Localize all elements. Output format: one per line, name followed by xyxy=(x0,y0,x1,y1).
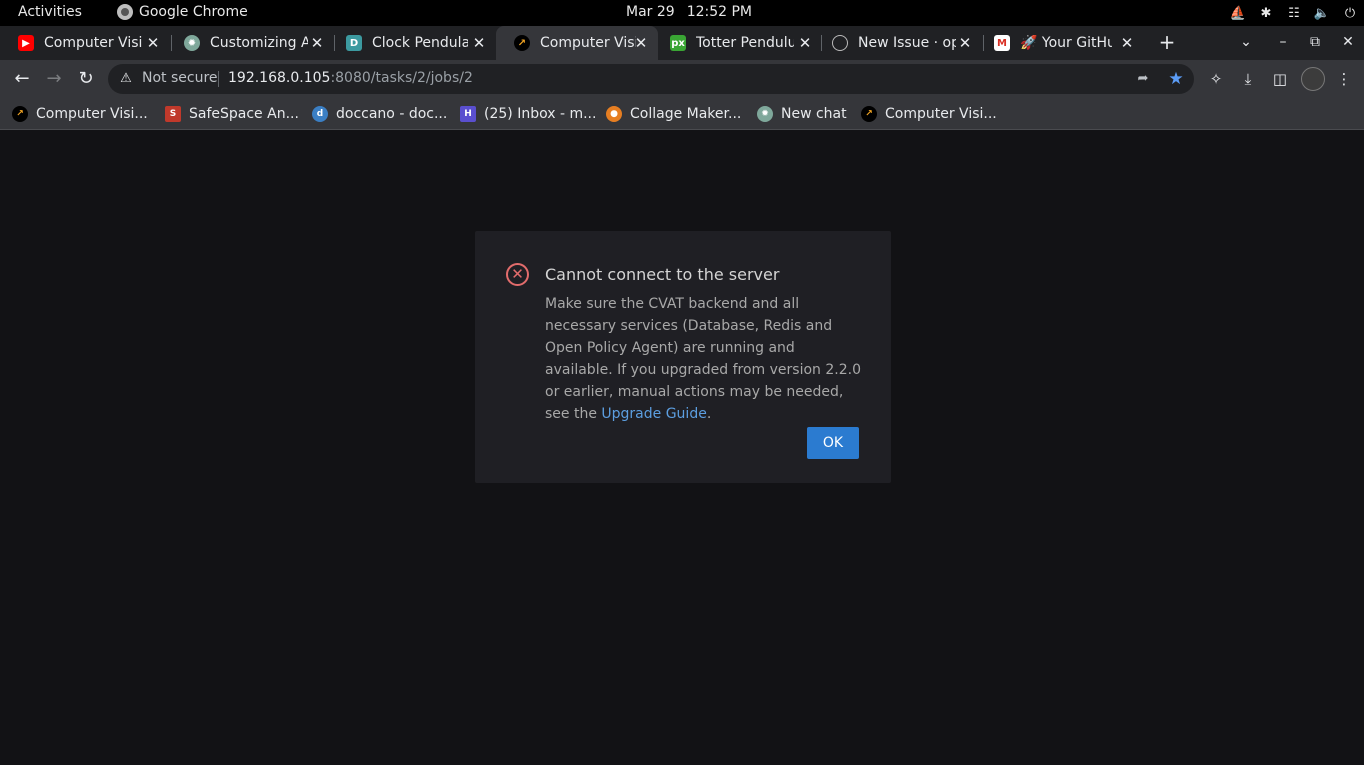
tab-new-issue[interactable]: New Issue · op ✕ xyxy=(814,26,982,60)
clock-time: 12:52 PM xyxy=(686,4,753,20)
cvat-icon: ↗ xyxy=(861,106,877,122)
close-icon[interactable]: ✕ xyxy=(1118,34,1136,52)
reload-icon[interactable]: ↻ xyxy=(74,67,98,91)
close-icon[interactable]: ✕ xyxy=(632,34,650,52)
bookmark-item[interactable]: S SafeSpace An... xyxy=(165,103,299,125)
close-icon[interactable]: ✕ xyxy=(796,34,814,52)
slack-icon[interactable]: ✱ xyxy=(1252,0,1280,26)
menu-kebab-icon[interactable]: ⋮ xyxy=(1332,67,1356,91)
share-icon[interactable]: ➦ xyxy=(1134,70,1152,88)
chatgpt-icon: ✹ xyxy=(184,35,200,51)
close-icon[interactable]: ✕ xyxy=(308,34,326,52)
dialog-body: Make sure the CVAT backend and all neces… xyxy=(545,293,865,425)
collage-icon: ● xyxy=(606,106,622,122)
error-circle-icon: ✕ xyxy=(506,263,529,286)
doccano-icon: d xyxy=(312,106,328,122)
gmail-icon: M xyxy=(994,35,1010,51)
cvat-icon: ↗ xyxy=(514,35,530,51)
extensions-icon[interactable]: ✧ xyxy=(1204,67,1228,91)
close-icon[interactable]: ✕ xyxy=(144,34,162,52)
github-icon xyxy=(832,35,848,51)
os-top-bar: Activities Google Chrome Mar 29 12:52 PM… xyxy=(0,0,1364,26)
bookmark-label: Computer Visi... xyxy=(36,106,148,122)
warning-icon[interactable]: ⚠ xyxy=(118,71,134,87)
tab-title: Customizing A xyxy=(210,35,308,51)
side-panel-icon[interactable]: ◫ xyxy=(1268,67,1292,91)
tab-computer-vision-active[interactable]: ↗ Computer Visi ✕ xyxy=(496,26,658,60)
tab-strip: ▶ Computer Visi ✕ ✹ Customizing A ✕ D Cl… xyxy=(0,26,1364,60)
dialog-title: Cannot connect to the server xyxy=(545,265,780,284)
safespace-icon: S xyxy=(165,106,181,122)
clock[interactable]: Mar 29 12:52 PM xyxy=(626,4,752,20)
docker-icon[interactable]: ⛵ xyxy=(1224,0,1252,26)
bookmark-item[interactable]: ↗ Computer Visi... xyxy=(12,103,148,125)
close-icon[interactable]: ✕ xyxy=(956,34,974,52)
close-icon[interactable]: ✕ xyxy=(470,34,488,52)
system-tray[interactable]: ⛵ ✱ ☷ 🔈 ⏻ xyxy=(1224,0,1364,26)
url-path: :8080/tasks/2/jobs/2 xyxy=(330,70,473,86)
bookmark-label: SafeSpace An... xyxy=(189,106,299,122)
address-bar[interactable]: ⚠ Not secure 192.168.0.105:8080/tasks/2/… xyxy=(108,64,1194,94)
security-label[interactable]: Not secure xyxy=(142,70,218,86)
page-content: ✕ Cannot connect to the server Make sure… xyxy=(0,131,1364,765)
ok-button[interactable]: OK xyxy=(807,427,859,459)
clock-date: Mar 29 xyxy=(626,4,675,20)
volume-icon[interactable]: 🔈 xyxy=(1308,0,1336,26)
restore-icon[interactable]: ⧉ xyxy=(1303,30,1327,54)
download-icon[interactable]: ⤓ xyxy=(1236,67,1260,91)
error-dialog: ✕ Cannot connect to the server Make sure… xyxy=(475,231,891,483)
tab-totter-pendulum[interactable]: px Totter Pendulu ✕ xyxy=(652,26,822,60)
chrome-icon xyxy=(117,4,133,20)
bookmark-item[interactable]: ● Collage Maker... xyxy=(606,103,741,125)
app-menu-label: Google Chrome xyxy=(139,4,248,20)
browser-toolbar: ← → ↻ ⚠ Not secure 192.168.0.105:8080/ta… xyxy=(0,60,1364,98)
dialog-body-end: . xyxy=(706,406,712,422)
tab-title: New Issue · op xyxy=(858,35,956,51)
doccano-icon: D xyxy=(346,35,362,51)
forward-arrow-icon[interactable]: → xyxy=(42,67,66,91)
tab-your-github[interactable]: M 🚀 Your GitHu ✕ xyxy=(976,26,1144,60)
tab-title: Clock Pendula xyxy=(372,35,468,51)
tab-title: Totter Pendulu xyxy=(696,35,794,51)
omnibox-divider xyxy=(218,71,219,87)
tab-title: Computer Visi xyxy=(44,35,143,51)
bookmark-item[interactable]: ↗ Computer Visi... xyxy=(861,103,997,125)
px-icon: px xyxy=(670,35,686,51)
tab-title: 🚀 Your GitHu xyxy=(1020,35,1112,51)
bookmark-item[interactable]: d doccano - doc... xyxy=(312,103,447,125)
activities-button[interactable]: Activities xyxy=(18,4,82,20)
app-menu[interactable]: Google Chrome xyxy=(117,4,248,20)
new-tab-button[interactable]: + xyxy=(1156,30,1178,54)
minimize-icon[interactable]: – xyxy=(1271,30,1295,54)
window-close-icon[interactable]: ✕ xyxy=(1336,30,1360,54)
bookmark-item[interactable]: ✹ New chat xyxy=(757,103,847,125)
url-text[interactable]: 192.168.0.105:8080/tasks/2/jobs/2 xyxy=(228,70,473,86)
bookmark-label: (25) Inbox - m... xyxy=(484,106,597,122)
bookmark-label: Collage Maker... xyxy=(630,106,742,122)
tab-clock-pendula[interactable]: D Clock Pendula ✕ xyxy=(328,26,496,60)
tab-customizing[interactable]: ✹ Customizing A ✕ xyxy=(166,26,334,60)
bookmark-star-icon[interactable]: ★ xyxy=(1166,69,1186,89)
tab-computer-vision-youtube[interactable]: ▶ Computer Visi ✕ xyxy=(0,26,170,60)
network-icon[interactable]: ☷ xyxy=(1280,0,1308,26)
bookmark-label: doccano - doc... xyxy=(336,106,448,122)
inbox-icon: H xyxy=(460,106,476,122)
back-arrow-icon[interactable]: ← xyxy=(10,67,34,91)
bookmark-label: Computer Visi... xyxy=(885,106,997,122)
bookmark-item[interactable]: H (25) Inbox - m... xyxy=(460,103,596,125)
upgrade-guide-link[interactable]: Upgrade Guide xyxy=(601,406,706,422)
chatgpt-icon: ✹ xyxy=(757,106,773,122)
youtube-icon: ▶ xyxy=(18,35,34,51)
url-host: 192.168.0.105 xyxy=(228,70,331,86)
bookmark-label: New chat xyxy=(781,106,847,122)
avatar[interactable] xyxy=(1301,67,1325,91)
tab-title: Computer Visi xyxy=(540,35,636,51)
bookmarks-bar: ↗ Computer Visi... S SafeSpace An... d d… xyxy=(0,98,1364,130)
power-icon[interactable]: ⏻ xyxy=(1336,0,1364,26)
dialog-body-text: Make sure the CVAT backend and all neces… xyxy=(545,296,861,422)
tab-search-icon[interactable]: ⌄ xyxy=(1236,30,1256,54)
cvat-icon: ↗ xyxy=(12,106,28,122)
